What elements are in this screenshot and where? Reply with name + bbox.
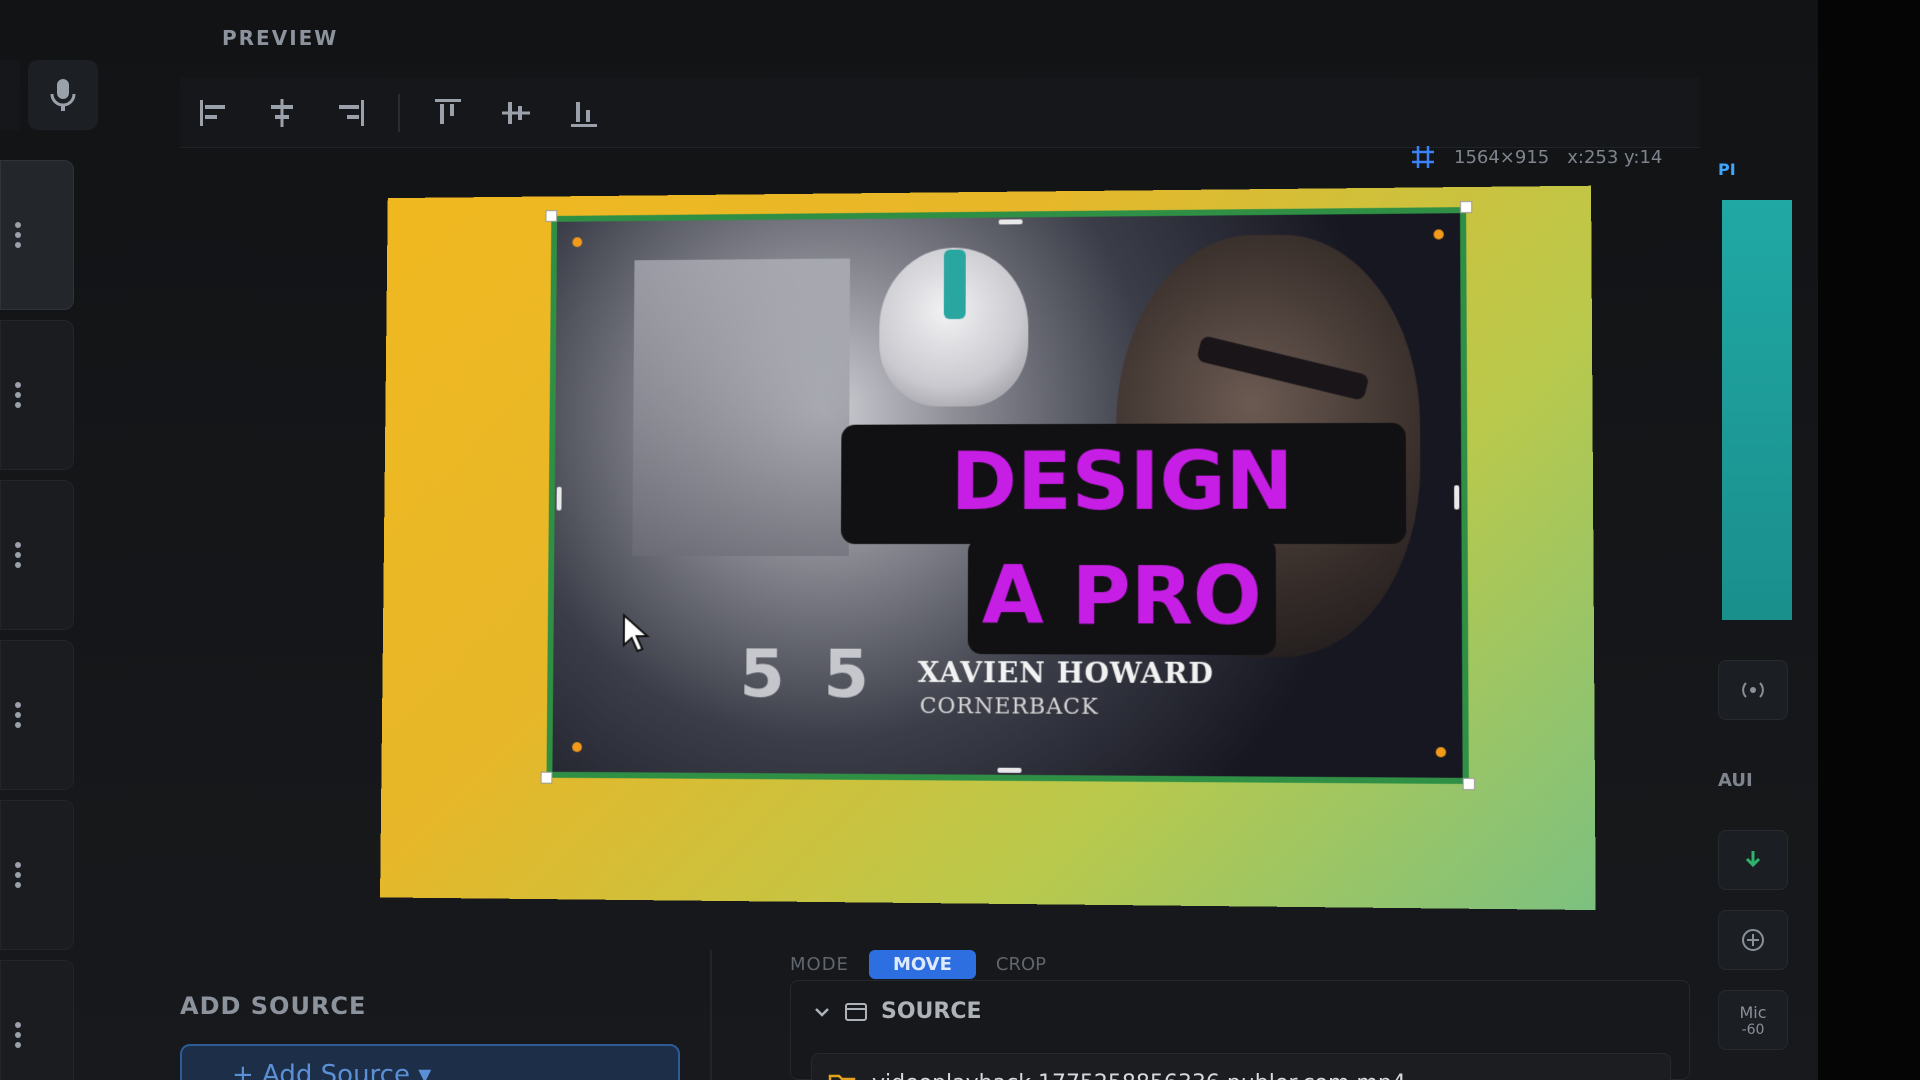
- download-button[interactable]: [1718, 830, 1788, 890]
- align-bottom-button[interactable]: [564, 93, 604, 133]
- preview-canvas[interactable]: 5 5 XAVIEN HOWARD CORNERBACK DESIGN LIKE…: [380, 186, 1596, 910]
- mouse-cursor-icon: [622, 613, 654, 653]
- right-panel: PI AUI Mic -60: [1708, 150, 1818, 1080]
- add-source-button[interactable]: + Add Source ▾: [180, 1044, 680, 1080]
- player-position: CORNERBACK: [920, 694, 1099, 720]
- drag-handle-icon[interactable]: [15, 1022, 21, 1048]
- align-center-h-button[interactable]: [262, 93, 302, 133]
- right-panel-tab[interactable]: PI: [1708, 160, 1808, 190]
- mic-button[interactable]: [28, 60, 98, 130]
- anchor-dot[interactable]: [572, 237, 582, 247]
- mode-crop-button[interactable]: CROP: [996, 954, 1046, 975]
- title-text-box-1[interactable]: DESIGN LIKE: [841, 423, 1406, 544]
- video-layer[interactable]: 5 5 XAVIEN HOWARD CORNERBACK DESIGN LIKE…: [546, 207, 1468, 784]
- chevron-down-icon: [813, 1003, 831, 1021]
- player-name: XAVIEN HOWARD: [918, 656, 1214, 690]
- resize-handle-right[interactable]: [1454, 485, 1459, 509]
- mic-label: Mic: [1739, 1003, 1766, 1022]
- anchor-dot[interactable]: [1434, 229, 1444, 239]
- anchor-dot[interactable]: [572, 742, 582, 752]
- grid-icon[interactable]: [1410, 144, 1436, 170]
- resize-handle-top[interactable]: [999, 219, 1023, 224]
- panel-divider: [710, 950, 712, 1080]
- mode-move-button[interactable]: MOVE: [869, 950, 976, 979]
- broadcast-button[interactable]: [1718, 660, 1788, 720]
- drag-handle-icon[interactable]: [15, 542, 21, 568]
- mic-value: -60: [1742, 1022, 1765, 1038]
- mic-level: Mic -60: [1718, 990, 1788, 1050]
- source-panel: SOURCE videoplayback.1775258856336.puble…: [790, 980, 1690, 1080]
- source-file-name: videoplayback.1775258856336.publer.com.m…: [872, 1071, 1406, 1080]
- anchor-dot[interactable]: [1436, 747, 1446, 757]
- align-right-icon: [333, 96, 367, 130]
- scene-slot-4[interactable]: [0, 640, 74, 790]
- mode-label: MODE: [790, 954, 849, 975]
- align-top-button[interactable]: [428, 93, 468, 133]
- title-line-2: A PRO: [982, 549, 1262, 643]
- add-audio-button[interactable]: [1718, 910, 1788, 970]
- download-icon: [1743, 849, 1763, 871]
- drag-handle-icon[interactable]: [15, 862, 21, 888]
- rail-tab: [0, 60, 20, 130]
- video-background-art: [632, 258, 850, 555]
- background-edge: [1818, 0, 1920, 1080]
- source-label: SOURCE: [881, 999, 982, 1024]
- scene-slot-3[interactable]: [0, 480, 74, 630]
- audio-section-label: AUI: [1718, 770, 1753, 791]
- align-middle-v-icon: [499, 96, 533, 130]
- window-icon: [845, 1003, 867, 1021]
- drag-handle-icon[interactable]: [15, 702, 21, 728]
- scene-slot-5[interactable]: [0, 800, 74, 950]
- canvas-dimensions: 1564×915: [1454, 147, 1549, 168]
- align-toolbar: [180, 78, 1700, 148]
- align-center-h-icon: [265, 96, 299, 130]
- source-header[interactable]: SOURCE: [813, 999, 982, 1024]
- scene-slot-1[interactable]: [0, 160, 74, 310]
- jersey-number: 5 5: [739, 635, 877, 712]
- canvas-position: x:253 y:14: [1567, 147, 1662, 168]
- corner-handle-br[interactable]: [1463, 778, 1475, 790]
- editor-window: PREVIEW 1564×915 x:253 y:14 5 5 XAVIEN H…: [0, 0, 1920, 1080]
- add-source-title: ADD SOURCE: [180, 992, 366, 1020]
- scene-slot-2[interactable]: [0, 320, 74, 470]
- align-left-icon: [197, 96, 231, 130]
- corner-handle-tl[interactable]: [546, 210, 558, 222]
- folder-icon: [828, 1072, 856, 1080]
- canvas-info: 1564×915 x:253 y:14: [1410, 144, 1662, 170]
- drag-handle-icon[interactable]: [15, 222, 21, 248]
- helmet-stripe: [944, 250, 966, 320]
- align-right-button[interactable]: [330, 93, 370, 133]
- resize-handle-left[interactable]: [557, 487, 562, 511]
- toolbar-divider: [398, 94, 400, 132]
- align-middle-v-button[interactable]: [496, 93, 536, 133]
- plus-circle-icon: [1741, 928, 1765, 952]
- mode-toggle: MODE MOVE CROP: [790, 950, 1046, 979]
- left-rail: [0, 60, 100, 1080]
- title-text-box-2[interactable]: A PRO: [968, 538, 1276, 655]
- bottom-panel: ADD SOURCE + Add Source ▾ MODE MOVE CROP…: [150, 950, 1700, 1080]
- source-file-field[interactable]: videoplayback.1775258856336.publer.com.m…: [811, 1053, 1671, 1080]
- align-top-icon: [431, 96, 465, 130]
- align-left-button[interactable]: [194, 93, 234, 133]
- broadcast-icon: [1740, 679, 1766, 701]
- program-preview-thumbnail[interactable]: [1722, 200, 1792, 620]
- corner-handle-tr[interactable]: [1460, 201, 1472, 213]
- align-bottom-icon: [567, 96, 601, 130]
- panel-title: PREVIEW: [222, 26, 338, 50]
- drag-handle-icon[interactable]: [15, 382, 21, 408]
- scene-slot-6[interactable]: [0, 960, 74, 1080]
- corner-handle-bl[interactable]: [541, 772, 553, 784]
- resize-handle-bottom[interactable]: [997, 768, 1021, 773]
- mic-icon: [48, 77, 78, 113]
